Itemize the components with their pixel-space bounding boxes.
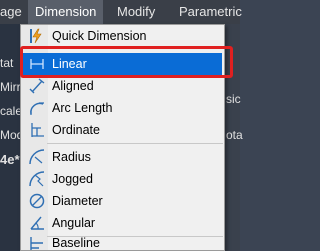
menu-item-label: Arc Length [52,101,113,115]
diameter-icon [29,193,45,209]
menu-item-label: Radius [52,150,91,164]
menu-modify[interactable]: Modify [117,0,155,24]
angular-icon [29,215,45,231]
menu-item-quick-dimension[interactable]: Quick Dimension [21,25,224,47]
ribbon-fragment[interactable]: ota [226,128,243,142]
menu-item-aligned[interactable]: Aligned [21,75,224,97]
menu-item-label: Ordinate [52,123,100,137]
arc-length-icon [29,100,45,116]
menu-format[interactable]: age [0,0,22,24]
baseline-icon [29,235,45,250]
menu-item-label: Linear [52,57,87,71]
menu-item-baseline[interactable]: Baseline [21,232,224,250]
linear-dimension-icon [29,56,45,72]
menu-item-label: Quick Dimension [52,29,147,43]
menu-item-ordinate[interactable]: Ordinate [21,119,224,141]
menu-item-angular[interactable]: Angular [21,212,224,234]
menu-item-arc-length[interactable]: Arc Length [21,97,224,119]
menu-separator [47,143,223,144]
ribbon-fragment[interactable]: tat [0,56,13,70]
menu-dimension[interactable]: Dimension [28,0,104,24]
ribbon-fragment[interactable]: sic [226,92,241,106]
menu-item-label: Baseline [52,236,100,250]
menu-item-label: Angular [52,216,96,230]
menu-item-linear[interactable]: Linear [23,53,222,75]
ordinate-icon [29,122,45,138]
menu-item-label: Aligned [52,79,94,93]
menu-item-diameter[interactable]: Diameter [21,190,224,212]
dimension-dropdown-menu: Quick Dimension Linear Aligned Arc Lengt… [20,24,225,251]
menu-item-label: Jogged [52,172,94,186]
menu-item-radius[interactable]: Radius [21,146,224,168]
document-tab[interactable]: 4e* [0,152,20,167]
jogged-icon [29,171,45,187]
aligned-dimension-icon [29,78,45,94]
menu-bar: age Dimension Modify Parametric [0,0,242,24]
radius-icon [29,149,45,165]
quick-dimension-icon [29,28,45,44]
menu-parametric[interactable]: Parametric [179,0,242,24]
menu-item-label: Diameter [52,194,103,208]
ribbon-fragment[interactable]: cale [0,104,22,118]
menu-item-jogged[interactable]: Jogged [21,168,224,190]
